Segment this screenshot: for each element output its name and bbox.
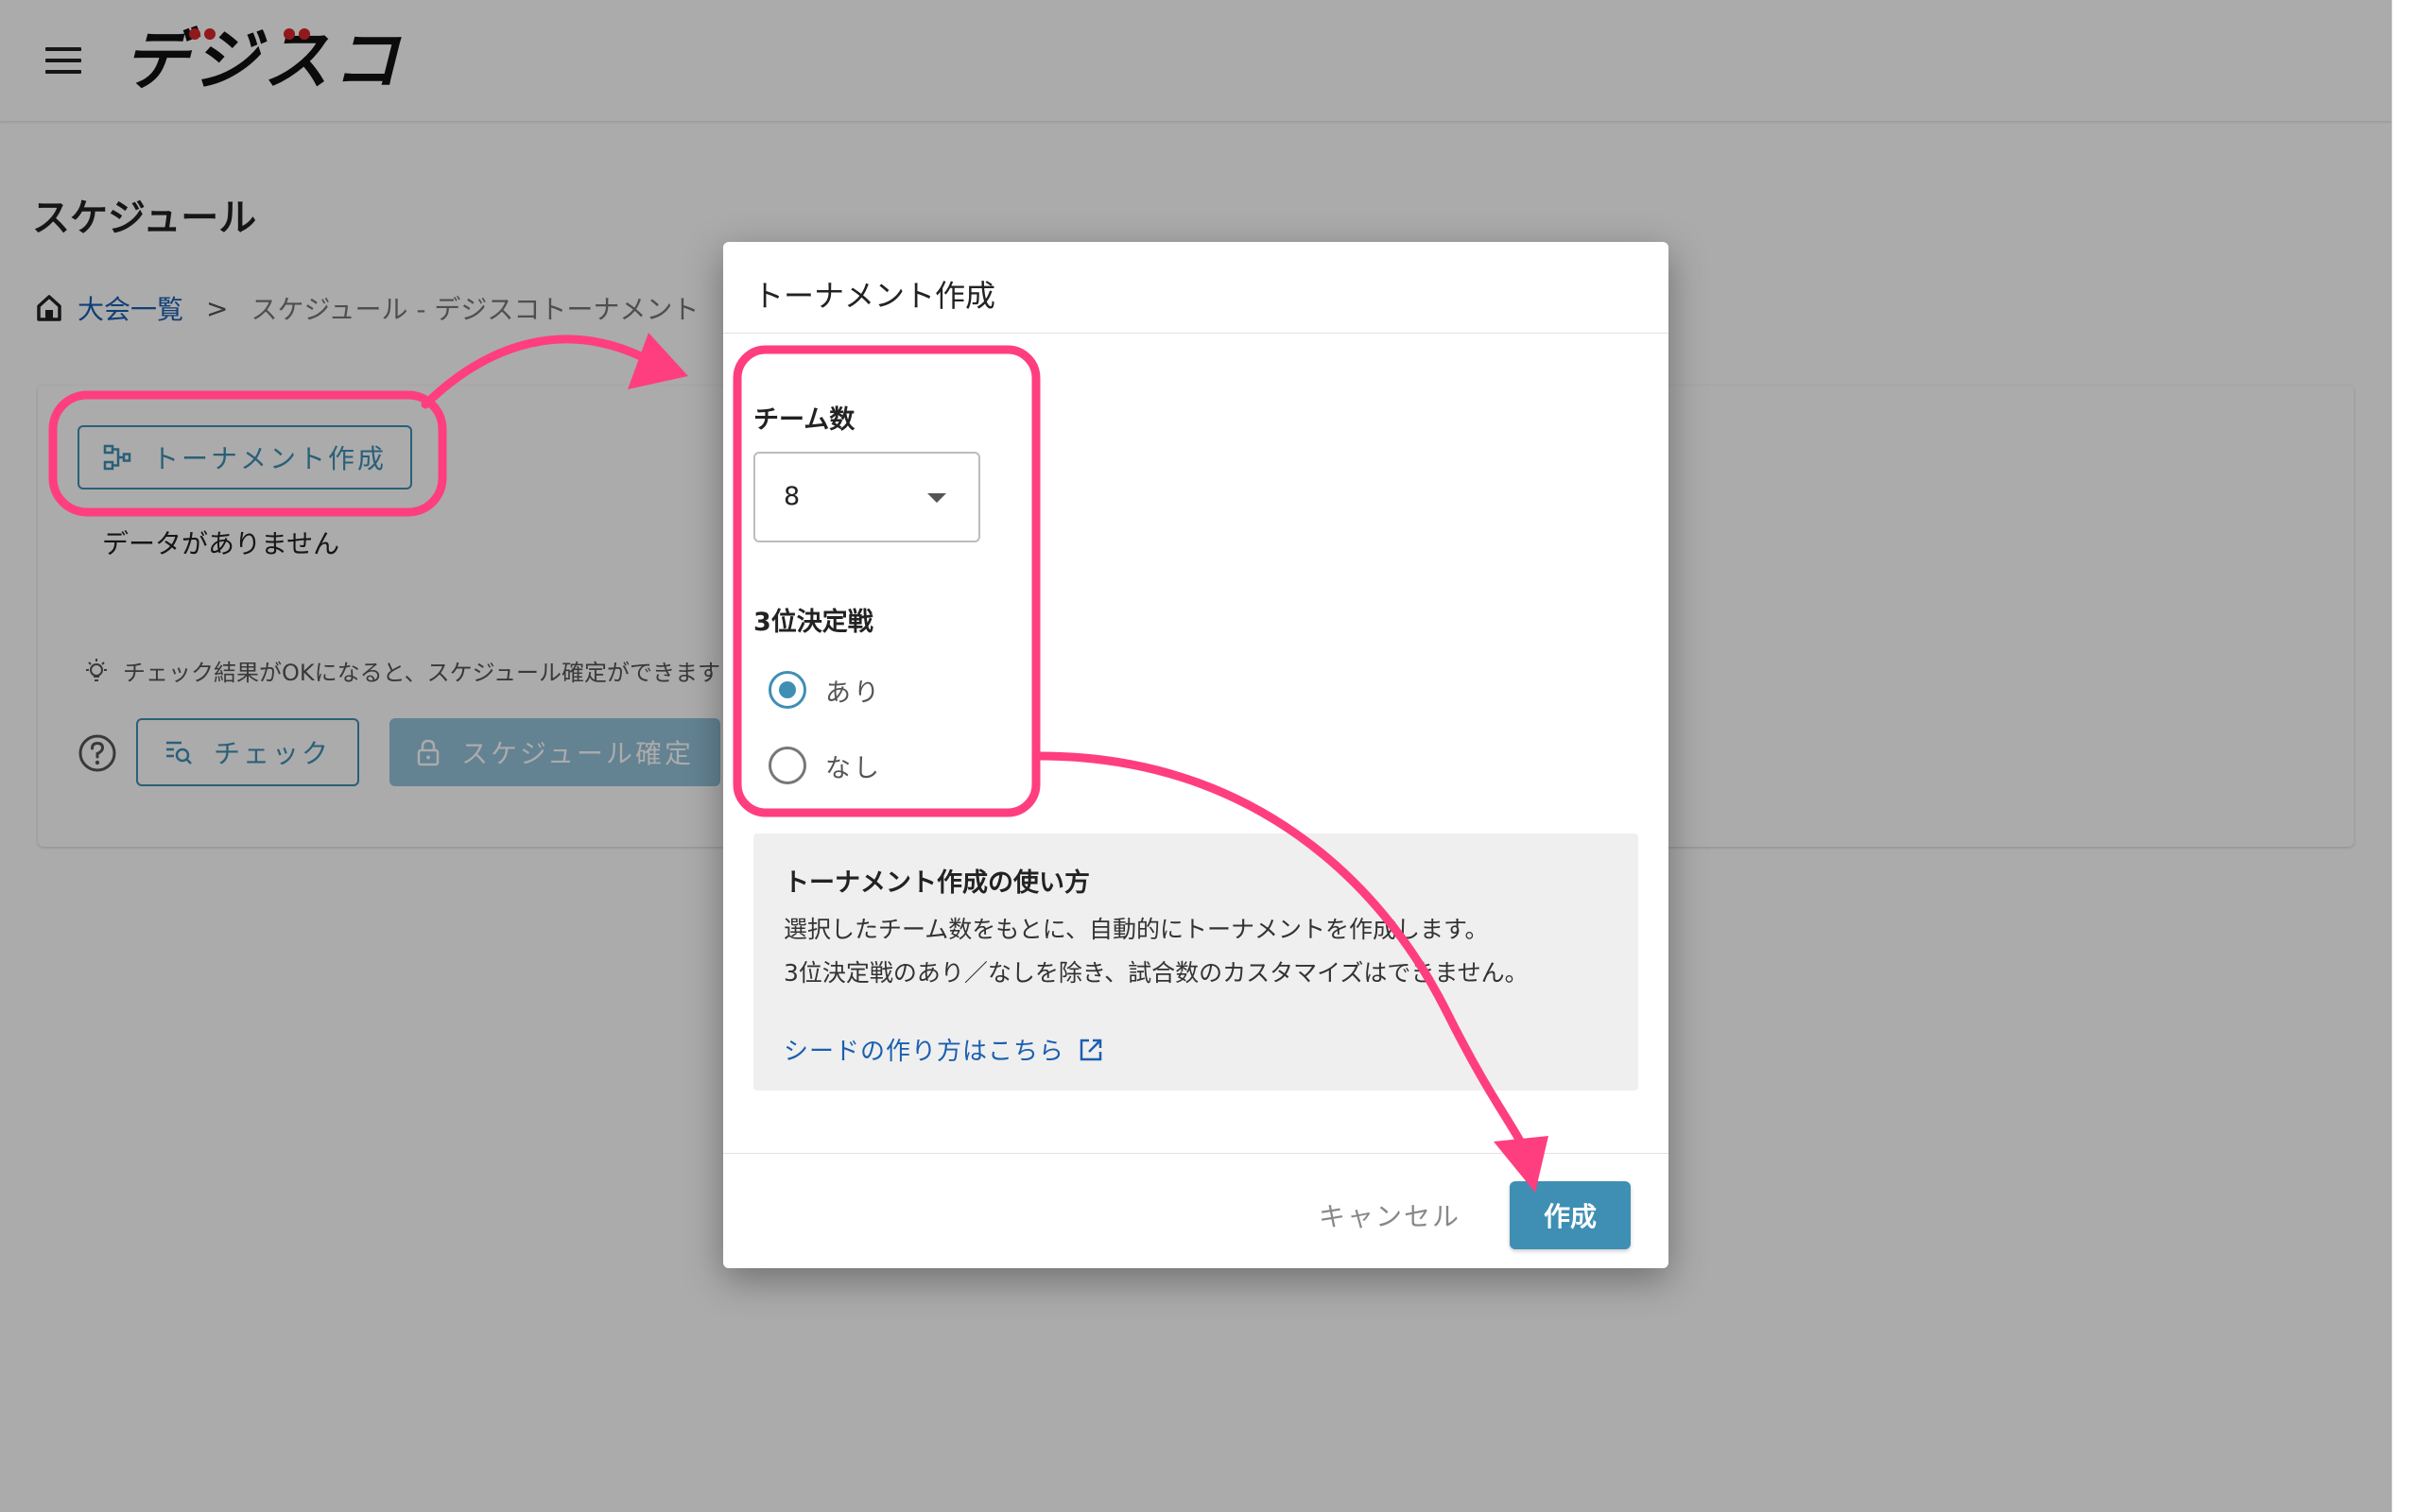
usage-info-box: トーナメント作成の使い方 選択したチーム数をもとに、自動的にトーナメントを作成し… (753, 833, 1638, 1091)
app-viewport: デジスコ スケジュール 大会一覧 > スケジュール - デジスコトーナメント ト… (0, 0, 2392, 1512)
usage-info-title: トーナメント作成の使い方 (784, 868, 1090, 898)
usage-info-line-2: 3位決定戦のあり／なしを除き、試合数のカスタマイズはできません。 (784, 959, 1529, 987)
external-link-icon (1080, 1039, 1102, 1060)
radio-label: あり (825, 678, 882, 708)
dialog-title: トーナメント作成 (753, 278, 996, 314)
chevron-down-icon (927, 493, 946, 503)
third-place-option-yes[interactable]: あり (769, 671, 882, 709)
team-count-label: チーム数 (753, 405, 856, 435)
usage-info-line-1: 選択したチーム数をもとに、自動的にトーナメントを作成します。 (784, 916, 1489, 943)
create-button[interactable]: 作成 (1510, 1181, 1631, 1249)
seed-howto-link-text: シードの作り方はこちら (784, 1038, 1065, 1066)
dialog-footer-divider (723, 1153, 1668, 1154)
team-count-value: 8 (784, 482, 801, 511)
dialog-header-divider (723, 333, 1668, 334)
radio-button-checked[interactable] (769, 671, 806, 709)
seed-howto-link[interactable]: シードの作り方はこちら (784, 1032, 1104, 1067)
page-scrollbar[interactable] (2392, 0, 2420, 1512)
team-count-select[interactable]: 8 (753, 452, 980, 542)
cancel-button[interactable]: キャンセル (1309, 1181, 1470, 1249)
tournament-create-dialog: トーナメント作成 チーム数 8 3位決定戦 あり なし トーナメント作成の使い方… (723, 242, 1668, 1268)
radio-button-unchecked[interactable] (769, 747, 806, 784)
third-place-option-no[interactable]: なし (769, 747, 882, 784)
radio-label: なし (825, 753, 882, 783)
third-place-label: 3位決定戦 (753, 608, 873, 637)
